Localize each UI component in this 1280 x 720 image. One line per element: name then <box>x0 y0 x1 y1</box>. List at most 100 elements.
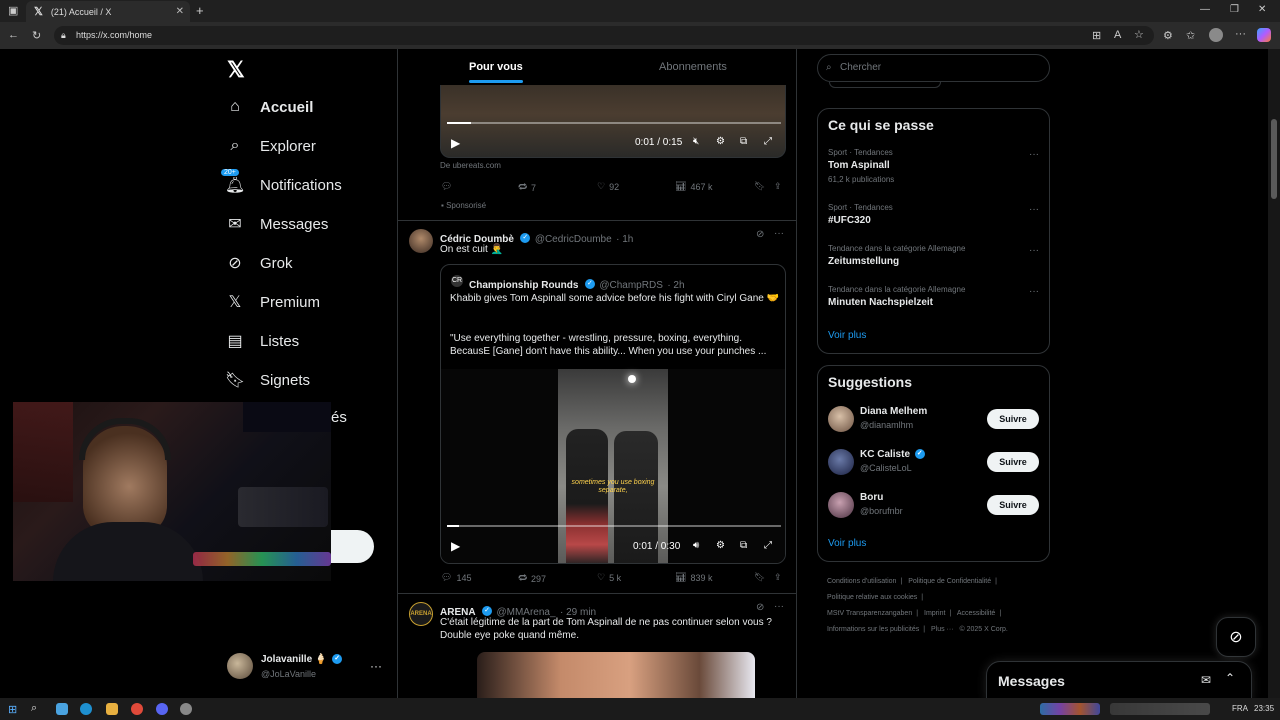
tab-for-you[interactable]: Pour vous <box>469 61 523 83</box>
more-icon[interactable]: ··· <box>1029 149 1039 160</box>
show-more-link[interactable]: Voir plus <box>828 538 866 549</box>
read-aloud-icon[interactable]: A <box>1114 29 1121 41</box>
clock[interactable]: 23:35 <box>1254 704 1274 713</box>
system-tray[interactable] <box>1110 703 1210 715</box>
footer-link[interactable]: Conditions d'utilisation <box>827 578 896 585</box>
edge-icon[interactable] <box>80 703 92 715</box>
suggestion-item[interactable]: Boru @borufnbr Suivre <box>818 488 1049 524</box>
suggestion-item[interactable]: KC Caliste ✓ @CalisteLoL Suivre <box>818 445 1049 481</box>
tab-following[interactable]: Abonnements <box>659 61 727 73</box>
close-tab-icon[interactable]: ✕ <box>176 6 184 17</box>
quote-tweet[interactable]: CR Championship Rounds ✓ @ChampRDS · 2h … <box>440 264 786 564</box>
x-logo-icon[interactable]: 𝕏 <box>227 57 245 83</box>
more-icon[interactable]: ··· <box>1029 204 1039 215</box>
settings-icon[interactable]: ⚙ <box>716 540 725 551</box>
explorer-icon[interactable] <box>106 703 118 715</box>
copilot-icon[interactable] <box>1257 28 1271 42</box>
trend-item[interactable]: Sport · Tendances Tom Aspinall 61,2 k pu… <box>818 145 1049 189</box>
ad-video[interactable]: ▶ 0:01 / 0:15 🔇︎ ⚙ ⧉ ⤢ <box>440 85 786 158</box>
ad-progress-track[interactable] <box>447 122 781 124</box>
views-button[interactable]: 📊︎ 839 k <box>675 572 712 583</box>
like-button[interactable]: ♡ 92 <box>597 181 619 192</box>
tweet-avatar[interactable]: ARENA <box>409 602 433 626</box>
browser-tab[interactable]: 𝕏 (21) Accueil / X ✕ <box>26 1 190 22</box>
share-icon[interactable]: ⇪ <box>774 181 782 192</box>
tweet-image[interactable] <box>477 652 755 698</box>
more-icon[interactable]: ··· <box>1029 286 1039 297</box>
like-button[interactable]: ♡ 5 k <box>597 572 621 583</box>
bookmark-icon[interactable]: 🔖︎ <box>754 572 765 583</box>
tweet-time[interactable]: · 1h <box>616 234 633 245</box>
more-icon[interactable]: ··· <box>1029 245 1039 256</box>
footer-link[interactable]: Politique de Confidentialité <box>908 578 991 585</box>
video-progress-track[interactable] <box>447 525 781 527</box>
start-icon[interactable]: ⊞ <box>8 703 17 716</box>
app-icon[interactable]: ⊞ <box>1092 29 1101 42</box>
nav-lists[interactable]: ▤ Listes <box>226 332 299 351</box>
more-menu-icon[interactable]: ··· <box>1235 28 1246 40</box>
trend-item[interactable]: Tendance dans la catégorie Allemagne Min… <box>818 282 1049 316</box>
fullscreen-icon[interactable]: ⤢ <box>764 136 772 147</box>
scrollbar-thumb[interactable] <box>1271 119 1277 199</box>
footer-link[interactable]: Informations sur les publicités <box>827 626 919 633</box>
grok-button[interactable]: ⊘ <box>1216 617 1256 657</box>
search-icon[interactable]: ⌕ <box>31 702 37 715</box>
minimize-icon[interactable]: — <box>1200 4 1210 15</box>
new-message-icon[interactable]: ✉ <box>1201 673 1211 687</box>
language-indicator[interactable]: FRA <box>1232 704 1248 713</box>
footer-link[interactable]: Imprint <box>924 610 945 617</box>
footer-link[interactable]: Politique relative aux cookies <box>827 594 917 601</box>
grok-explain-icon[interactable]: ⊘ <box>756 229 764 240</box>
bookmark-icon[interactable]: 🔖︎ <box>754 181 765 192</box>
reply-icon[interactable]: 💬︎ <box>441 181 452 192</box>
account-more-icon[interactable]: ··· <box>370 659 382 673</box>
profile-avatar[interactable] <box>1209 28 1223 42</box>
fullscreen-icon[interactable]: ⤢ <box>764 540 772 551</box>
tweet-avatar[interactable] <box>409 229 433 253</box>
show-more-link[interactable]: Voir plus <box>828 330 866 341</box>
settings-icon[interactable]: ⚙ <box>716 136 725 147</box>
suggestion-item[interactable]: Diana Melhem @dianamlhm Suivre <box>818 402 1049 438</box>
repost-button[interactable]: 🔁︎ 297 <box>518 572 546 585</box>
new-tab-icon[interactable]: + <box>196 3 204 18</box>
messages-drawer[interactable]: Messages ✉ ⌃ <box>986 661 1252 698</box>
footer-more-link[interactable]: Plus ··· <box>931 626 954 633</box>
maximize-icon[interactable]: ❐ <box>1230 4 1239 15</box>
nav-messages[interactable]: ✉ Messages <box>226 215 328 234</box>
play-icon[interactable]: ▶ <box>451 539 460 553</box>
pip-icon[interactable]: ⧉ <box>740 540 747 551</box>
reload-icon[interactable]: ↻ <box>32 29 41 42</box>
obs-icon[interactable] <box>180 703 192 715</box>
mute-icon[interactable]: 🔇︎ <box>693 136 699 147</box>
follow-button[interactable]: Suivre <box>987 452 1039 472</box>
nav-partial-item[interactable]: és <box>331 409 347 426</box>
more-icon[interactable]: ··· <box>774 228 784 239</box>
more-icon[interactable]: ··· <box>774 601 784 612</box>
address-bar[interactable]: 🔒︎ https://x.com/home <box>54 26 1154 45</box>
widgets-icon[interactable] <box>56 703 68 715</box>
nav-home[interactable]: ⌂ Accueil <box>226 98 313 116</box>
follow-button[interactable]: Suivre <box>987 495 1039 515</box>
account-avatar[interactable] <box>227 653 253 679</box>
sidebar-toggle-icon[interactable]: ▣ <box>8 4 18 17</box>
chrome-icon[interactable] <box>131 703 143 715</box>
tray-icons[interactable] <box>1040 703 1100 715</box>
account-name[interactable]: Jolavanille 🍦 ✓ <box>261 654 343 665</box>
extension-icon[interactable]: ⚙ <box>1163 29 1173 42</box>
search-input[interactable]: ⌕ Chercher <box>817 54 1050 82</box>
nav-bookmarks[interactable]: 🔖︎ Signets <box>225 371 310 390</box>
favorites-icon[interactable]: ✩ <box>1186 29 1195 42</box>
back-icon[interactable]: ← <box>8 29 19 41</box>
nav-grok[interactable]: ⊘ Grok <box>226 254 292 273</box>
page-scrollbar[interactable] <box>1268 49 1280 698</box>
follow-button[interactable]: Suivre <box>987 409 1039 429</box>
views-button[interactable]: 📊︎ 467 k <box>675 181 712 192</box>
nav-notifications[interactable]: 🔔︎ 20+ Notifications <box>220 168 342 194</box>
share-icon[interactable]: ⇪ <box>774 572 782 583</box>
volume-icon[interactable]: 🔊︎ <box>693 540 699 551</box>
close-window-icon[interactable]: ✕ <box>1258 4 1266 15</box>
discord-icon[interactable] <box>156 703 168 715</box>
play-icon[interactable]: ▶ <box>451 136 460 150</box>
reply-button[interactable]: 💬︎ 145 <box>441 572 471 583</box>
favorite-icon[interactable]: ☆ <box>1134 28 1144 41</box>
